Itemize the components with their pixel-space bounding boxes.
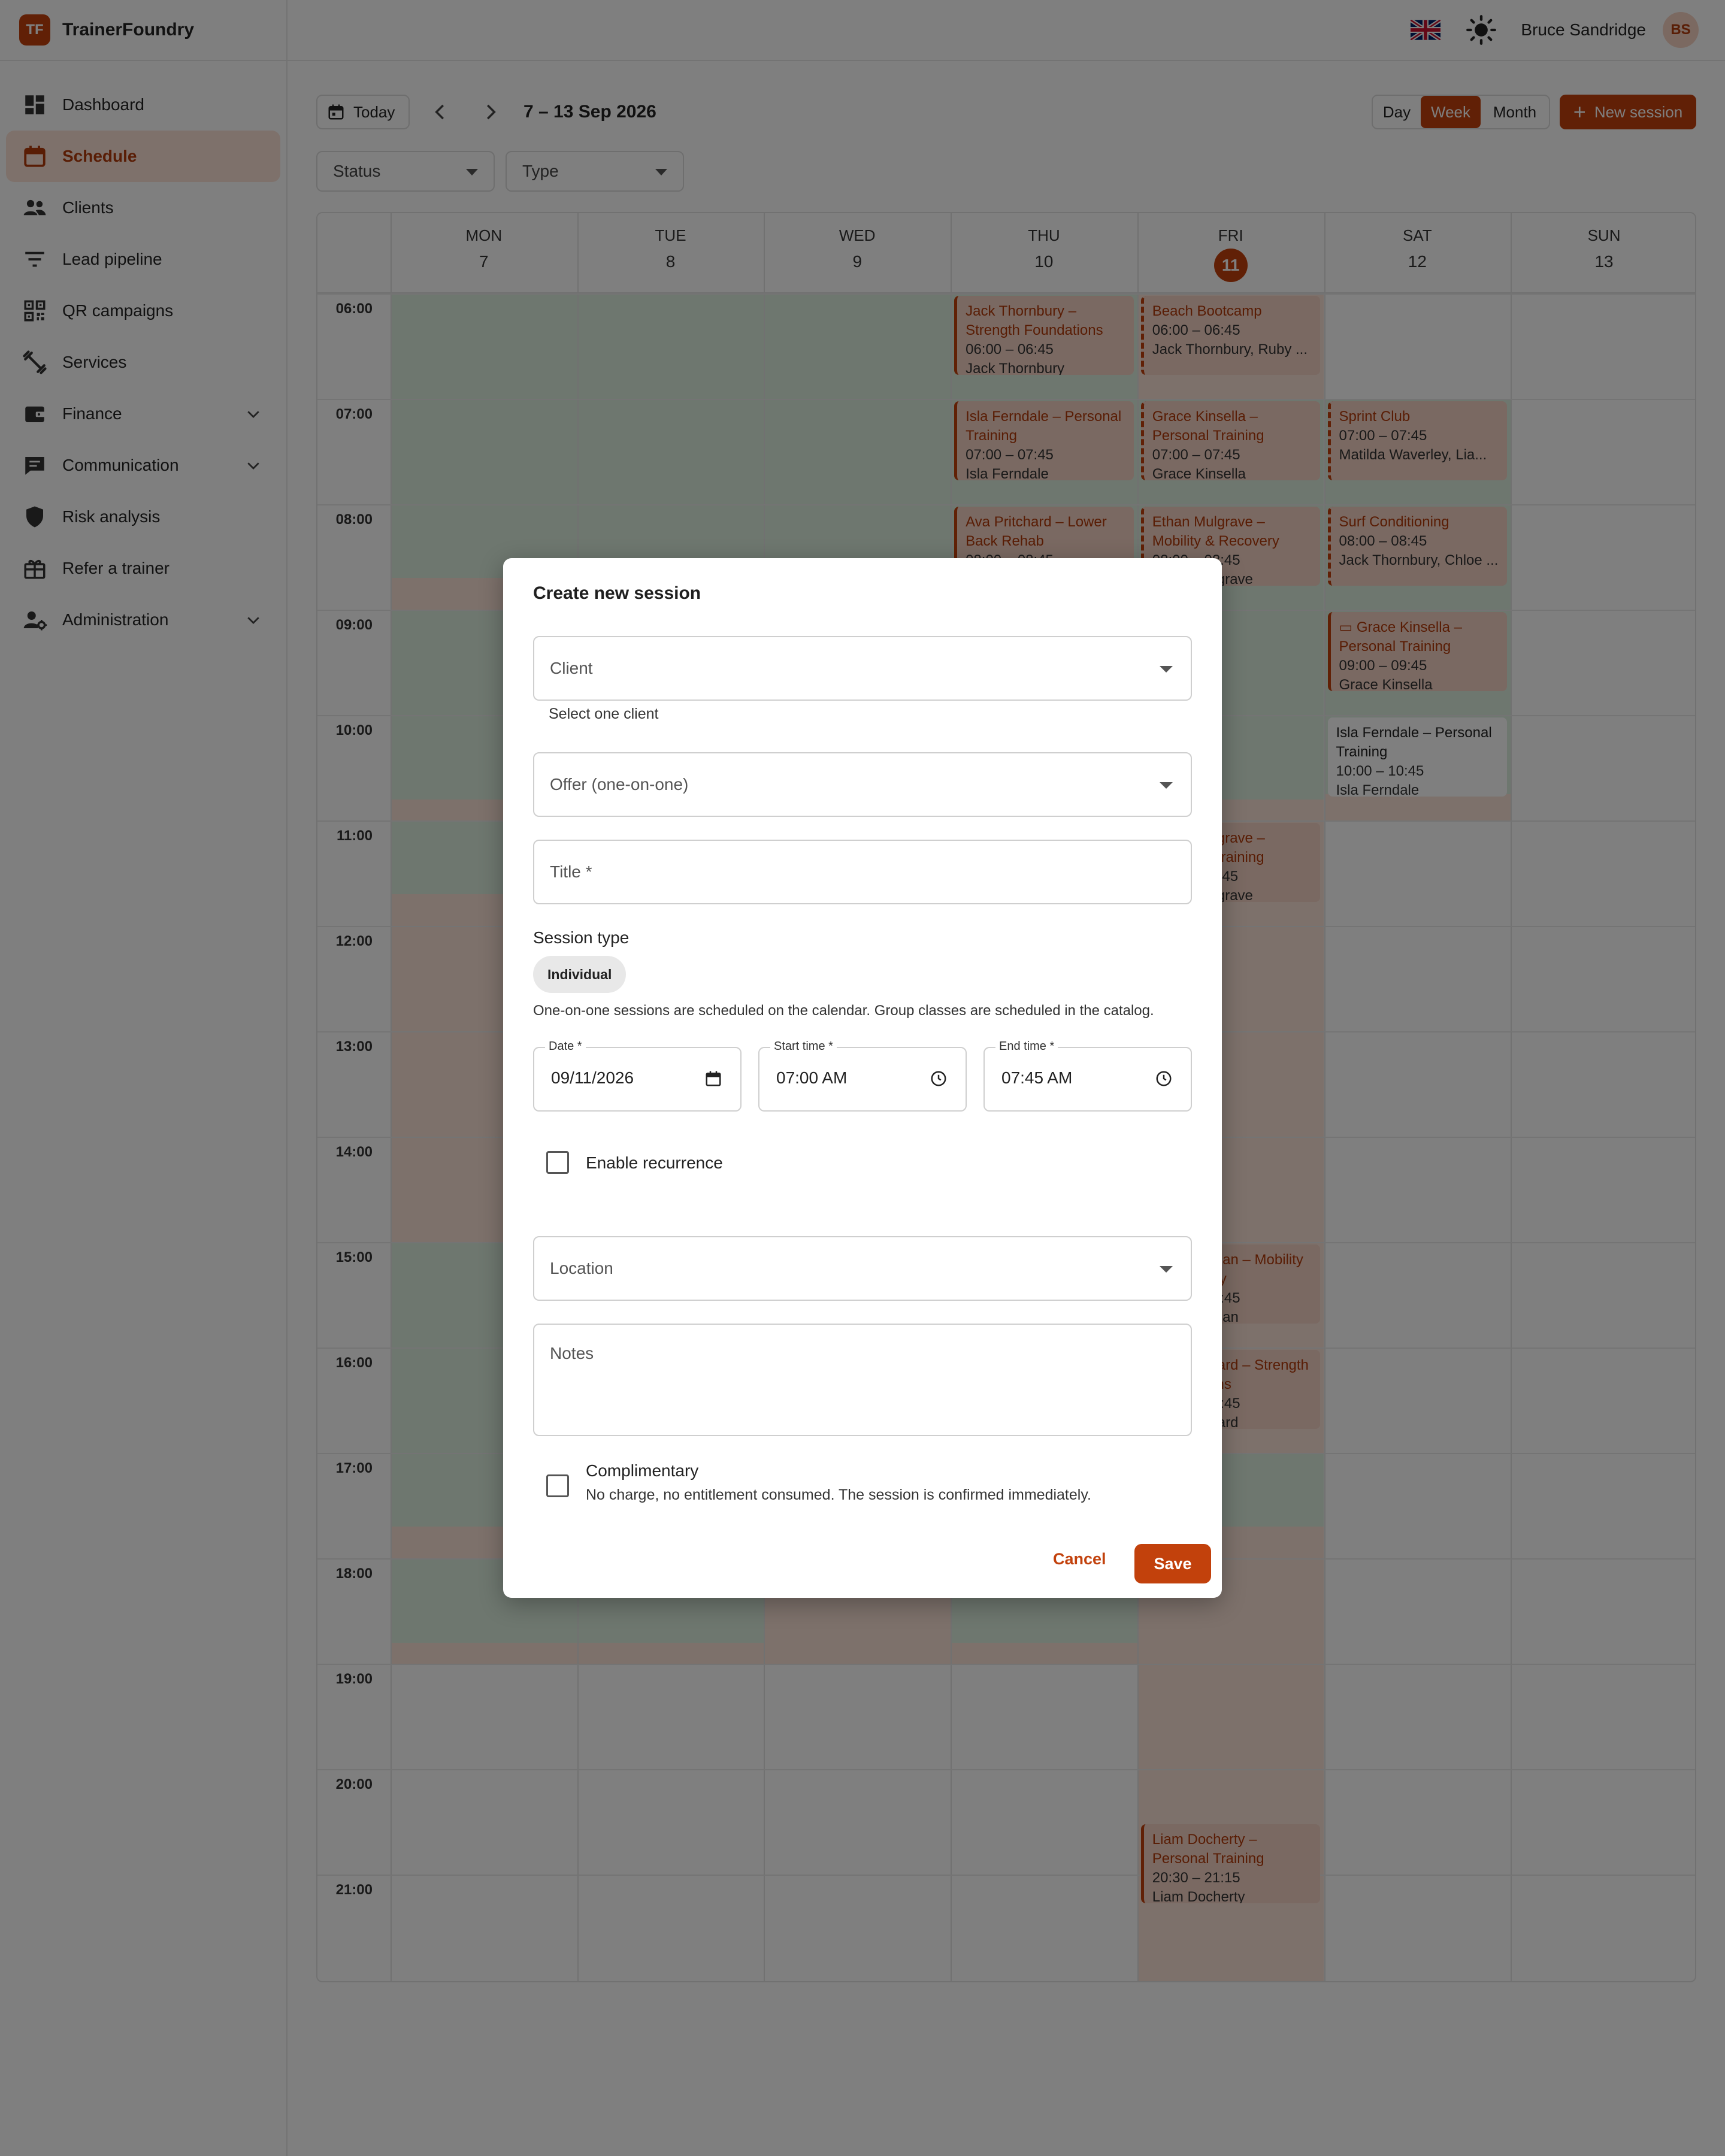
session-type-note: One-on-one sessions are scheduled on the… <box>533 1003 1154 1019</box>
notes-placeholder: Notes <box>550 1344 594 1362</box>
create-session-dialog: Create new session Client Select one cli… <box>503 558 1222 1598</box>
start-time-value: 07:00 AM <box>776 1068 848 1087</box>
location-select[interactable]: Location <box>533 1236 1192 1301</box>
title-placeholder: Title * <box>550 862 592 881</box>
complimentary-description: No charge, no entitlement consumed. The … <box>586 1486 1091 1503</box>
dialog-title: Create new session <box>533 583 701 603</box>
complimentary-checkbox[interactable] <box>546 1474 569 1497</box>
dropdown-arrow-icon <box>1160 666 1173 673</box>
date-label: Date * <box>545 1040 586 1053</box>
title-input[interactable]: Title * <box>533 840 1192 904</box>
client-placeholder: Client <box>550 659 593 677</box>
calendar-icon[interactable] <box>704 1070 722 1088</box>
session-type-label: Session type <box>533 928 630 947</box>
end-time-label: End time * <box>995 1040 1058 1053</box>
notes-textarea[interactable]: Notes <box>533 1324 1192 1436</box>
offer-select[interactable]: Offer (one-on-one) <box>533 752 1192 817</box>
offer-placeholder: Offer (one-on-one) <box>550 775 689 794</box>
date-value: 09/11/2026 <box>551 1068 634 1087</box>
clock-icon[interactable] <box>1155 1070 1173 1088</box>
save-button[interactable]: Save <box>1134 1544 1211 1583</box>
end-time-field[interactable]: End time * 07:45 AM <box>983 1040 1192 1112</box>
location-placeholder: Location <box>550 1259 613 1277</box>
clock-icon[interactable] <box>930 1070 948 1088</box>
client-helper-text: Select one client <box>549 705 659 722</box>
dropdown-arrow-icon <box>1160 1266 1173 1273</box>
recurrence-checkbox[interactable] <box>546 1151 569 1174</box>
start-time-field[interactable]: Start time * 07:00 AM <box>758 1040 967 1112</box>
dropdown-arrow-icon <box>1160 782 1173 789</box>
start-time-label: Start time * <box>770 1040 837 1053</box>
session-type-individual-chip[interactable]: Individual <box>533 956 627 993</box>
complimentary-label: Complimentary <box>586 1461 699 1480</box>
end-time-value: 07:45 AM <box>1001 1068 1073 1087</box>
date-field[interactable]: Date * 09/11/2026 <box>533 1040 742 1112</box>
cancel-button[interactable]: Cancel <box>1053 1550 1106 1568</box>
client-select[interactable]: Client <box>533 636 1192 701</box>
recurrence-label: Enable recurrence <box>586 1153 723 1172</box>
